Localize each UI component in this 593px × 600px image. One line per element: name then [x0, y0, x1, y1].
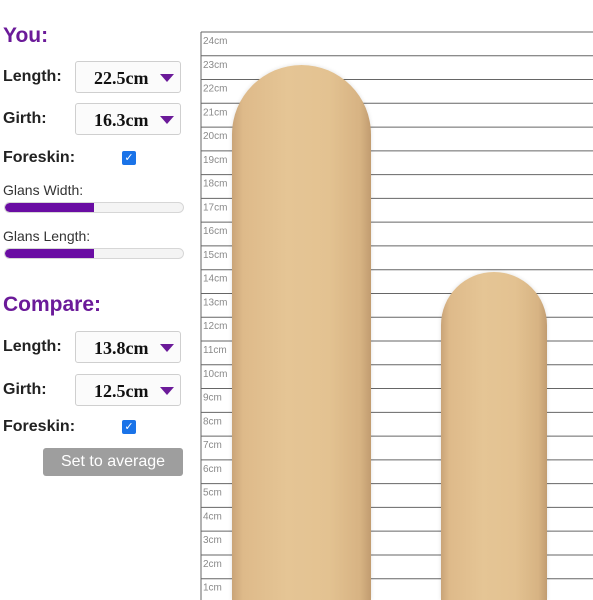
- checkmark-icon: ✓: [124, 151, 134, 164]
- glans-width-label: Glans Width:: [3, 182, 84, 198]
- ruler-tick-label: 19cm: [203, 155, 227, 166]
- ruler-tick-label: 13cm: [203, 297, 227, 308]
- compare-girth-label: Girth:: [3, 381, 47, 398]
- ruler-tick-label: 24cm: [203, 36, 227, 47]
- ruler-tick-label: 17cm: [203, 202, 227, 213]
- ruler-tick-label: 4cm: [203, 511, 222, 522]
- ruler-tick-label: 21cm: [203, 107, 227, 118]
- ruler-tick-label: 15cm: [203, 250, 227, 261]
- ruler-tick-label: 6cm: [203, 464, 222, 475]
- ruler-tick-label: 14cm: [203, 274, 227, 285]
- ruler-tick-label: 18cm: [203, 179, 227, 190]
- chevron-down-icon: [160, 344, 174, 352]
- you-foreskin-checkbox[interactable]: ✓: [122, 151, 136, 165]
- glans-length-slider[interactable]: [4, 248, 184, 259]
- size-chart: 24cm 23cm 22cm 21cm 20cm 19cm 18cm 17cm 16cm 15cm…: [200, 0, 593, 600]
- ruler-tick-label: 12cm: [203, 321, 227, 332]
- ruler-tick-label: 11cm: [203, 345, 227, 356]
- compare-girth-value: 12.5cm: [94, 381, 149, 401]
- ruler-tick-label: 2cm: [203, 559, 222, 570]
- ruler-tick-label: 10cm: [203, 369, 227, 380]
- you-title: You:: [3, 24, 49, 47]
- set-average-button[interactable]: Set to average: [43, 448, 183, 476]
- ruler-tick-label: 20cm: [203, 131, 227, 142]
- you-length-label: Length:: [3, 68, 62, 85]
- glans-length-label: Glans Length:: [3, 228, 91, 244]
- ruler-tick-label: 23cm: [203, 60, 227, 71]
- checkmark-icon: ✓: [124, 420, 134, 433]
- ruler-tick-label: 5cm: [203, 488, 222, 499]
- compare-length-value: 13.8cm: [94, 338, 149, 358]
- compare-foreskin-checkbox[interactable]: ✓: [122, 420, 136, 434]
- controls-panel: You: Length: 22.5cm Girth: 16.3cm Foresk…: [0, 0, 200, 600]
- chevron-down-icon: [160, 116, 174, 124]
- you-girth-select[interactable]: 16.3cm: [75, 103, 181, 135]
- glans-width-slider-fill: [5, 203, 94, 212]
- you-girth-value: 16.3cm: [94, 110, 149, 130]
- ruler-tick-label: 16cm: [203, 226, 227, 237]
- compare-title: Compare:: [3, 293, 102, 316]
- ruler-tick-label: 7cm: [203, 440, 222, 451]
- compare-girth-select[interactable]: 12.5cm: [75, 374, 181, 406]
- glans-width-slider[interactable]: [4, 202, 184, 213]
- you-girth-label: Girth:: [3, 110, 47, 127]
- compare-foreskin-label: Foreskin:: [3, 418, 76, 435]
- compare-length-label: Length:: [3, 338, 62, 355]
- chevron-down-icon: [160, 74, 174, 82]
- compare-shape: [441, 271, 548, 600]
- ruler-tick-label: 3cm: [203, 535, 222, 546]
- you-length-select[interactable]: 22.5cm: [75, 61, 181, 93]
- ruler-tick-label: 1cm: [203, 583, 222, 594]
- ruler-tick-label: 22cm: [203, 84, 227, 95]
- compare-length-select[interactable]: 13.8cm: [75, 331, 181, 363]
- glans-length-slider-fill: [5, 249, 94, 258]
- you-foreskin-label: Foreskin:: [3, 149, 76, 166]
- chevron-down-icon: [160, 387, 174, 395]
- you-shape: [232, 65, 371, 600]
- you-length-value: 22.5cm: [94, 68, 149, 88]
- ruler-tick-label: 8cm: [203, 416, 222, 427]
- ruler-tick-label: 9cm: [203, 393, 222, 404]
